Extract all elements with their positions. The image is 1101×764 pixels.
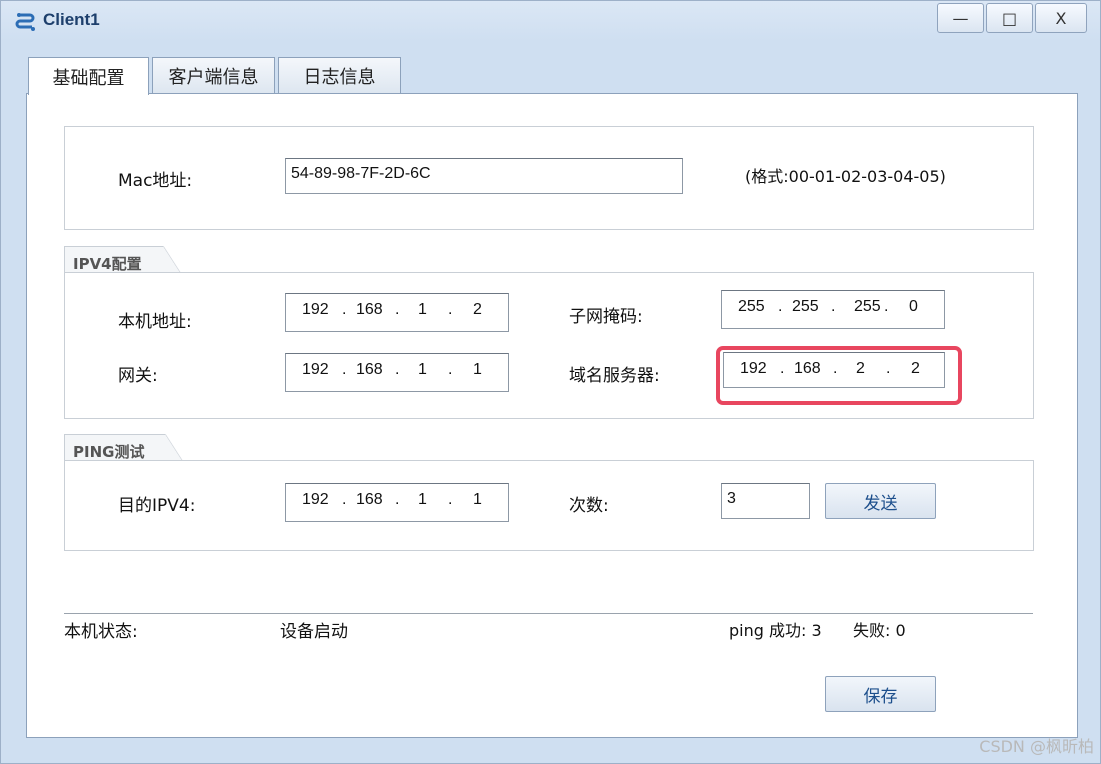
host-status-label: 本机状态: [64,622,138,642]
ip-octet: 255 [738,298,765,315]
ipv4-group-title: IPV4配置 [64,246,181,274]
ip-dot: . [831,298,836,315]
ip-dot: . [395,301,400,318]
ip-octet: 1 [418,301,427,318]
ping-group-title: PING测试 [64,434,183,462]
ip-dot: . [448,361,453,378]
ip-octet: 168 [356,301,383,318]
ip-octet: 192 [302,361,329,378]
ip-octet: 255 [792,298,819,315]
ip-dot: . [448,491,453,508]
tab-basic-config[interactable]: 基础配置 [28,57,149,95]
ip-octet: 168 [356,361,383,378]
maximize-button[interactable]: □ [986,3,1033,33]
ip-dot: . [342,491,347,508]
minimize-button[interactable]: — [937,3,984,33]
count-field[interactable]: 3 [721,483,810,519]
gateway-ip-field[interactable]: 192 . 168 . 1 . 1 [285,353,509,392]
ip-dot: . [884,298,889,315]
ip-dot: . [395,361,400,378]
host-ip-field[interactable]: 192 . 168 . 1 . 2 [285,293,509,332]
ip-octet: 2 [473,301,482,318]
subnet-mask-label: 子网掩码: [569,307,643,327]
mac-label: Mac地址: [118,171,193,191]
mac-address-field[interactable]: 54-89-98-7F-2D-6C [285,158,683,194]
ping-fail-count: 失败: 0 [853,621,906,640]
host-status-value: 设备启动 [280,622,348,642]
ip-octet: 1 [473,361,482,378]
ip-octet: 1 [418,491,427,508]
maximize-icon: □ [1001,8,1018,28]
ip-dot: . [778,298,783,315]
dns-highlight-box [716,346,962,405]
ip-octet: 168 [356,491,383,508]
ip-octet: 1 [473,491,482,508]
ip-octet: 192 [302,301,329,318]
minimize-icon: — [952,8,969,28]
host-address-label: 本机地址: [118,312,192,332]
ip-octet: 255 [854,298,881,315]
ip-octet: 1 [418,361,427,378]
mac-format-hint: (格式:00-01-02-03-04-05) [745,167,946,186]
target-ip-field[interactable]: 192 . 168 . 1 . 1 [285,483,509,522]
close-button[interactable]: X [1035,3,1087,33]
window-title: Client1 [43,10,100,29]
ip-octet: 0 [909,298,918,315]
dns-server-label: 域名服务器: [569,366,660,386]
ip-octet: 192 [302,491,329,508]
tab-log-info[interactable]: 日志信息 [278,57,401,94]
ip-dot: . [448,301,453,318]
count-label: 次数: [569,496,609,516]
subnet-mask-field[interactable]: 255 . 255 . 255 . 0 [721,290,945,329]
ping-success-count: ping 成功: 3 [729,621,822,640]
client-app-icon [15,13,35,31]
watermark: CSDN @枫昕柏 [979,737,1094,756]
title-bar[interactable]: Client1 — □ X [1,1,1100,41]
target-ipv4-label: 目的IPV4: [118,496,196,516]
ip-dot: . [342,361,347,378]
close-icon: X [1055,8,1067,28]
ip-dot: . [342,301,347,318]
ip-dot: . [395,491,400,508]
client-window: Client1 — □ X 基础配置 客户端信息 日志信息 Mac地址: 54-… [0,0,1101,764]
status-divider [64,613,1033,614]
send-button[interactable]: 发送 [825,483,936,519]
save-button[interactable]: 保存 [825,676,936,712]
tab-client-info[interactable]: 客户端信息 [152,57,275,94]
gateway-label: 网关: [118,366,158,386]
